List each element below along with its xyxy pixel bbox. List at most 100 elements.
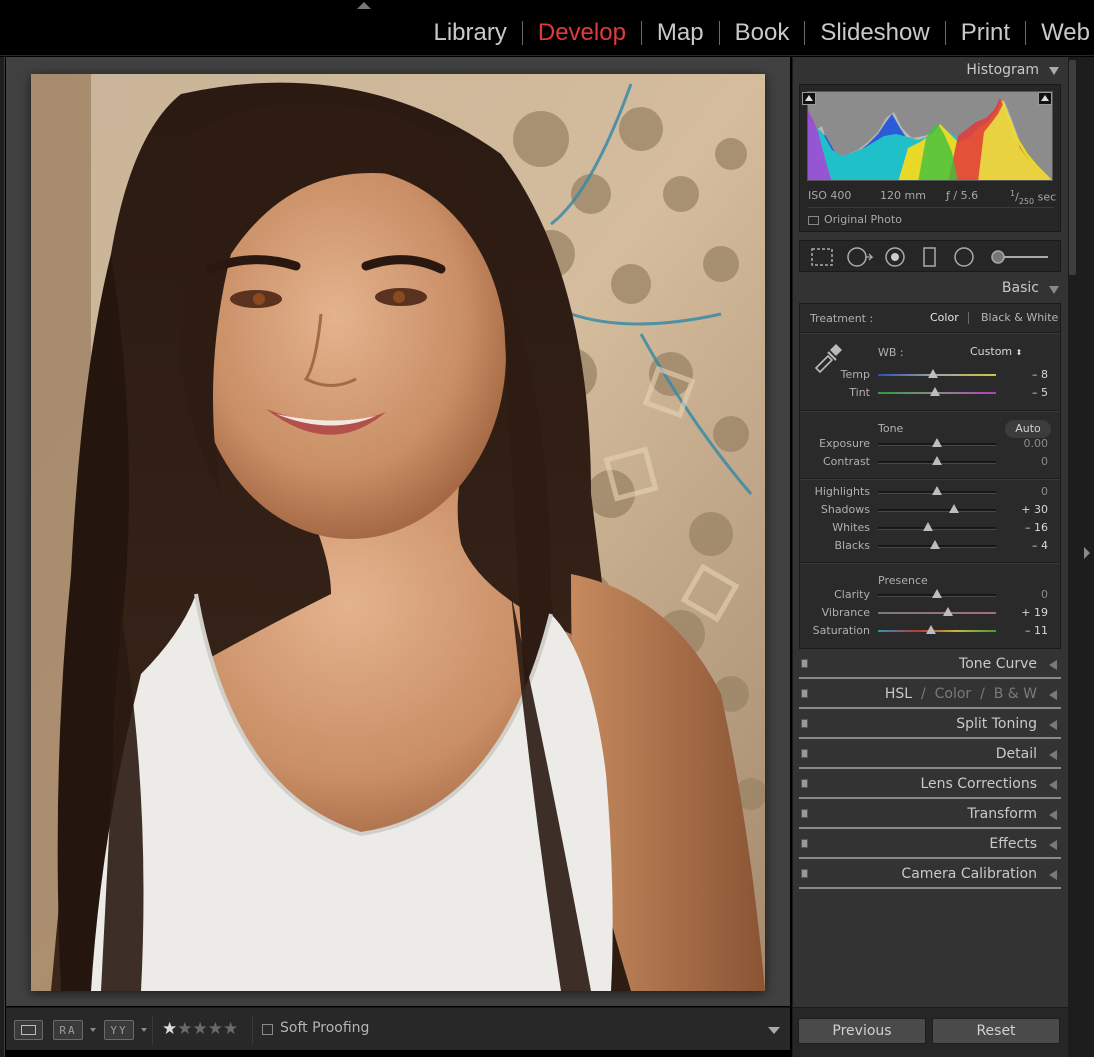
star-rating[interactable]: ★★★★★	[162, 1019, 238, 1039]
treatment-bw-option[interactable]: Black & White	[981, 311, 1058, 324]
highlight-clipping-icon[interactable]	[1038, 92, 1052, 105]
exposure-slider-thumb[interactable]	[932, 438, 942, 447]
effects-toggle[interactable]	[801, 839, 808, 848]
contrast-slider-thumb[interactable]	[932, 456, 942, 465]
radial-filter-icon[interactable]	[954, 247, 974, 267]
effects-panel[interactable]: Effects	[799, 833, 1061, 859]
saturation-slider-thumb[interactable]	[926, 625, 937, 634]
shadow-clipping-icon[interactable]	[802, 92, 816, 105]
toolbar-content-menu-icon[interactable]	[768, 1027, 780, 1034]
saturation-value[interactable]: – 11	[1008, 624, 1048, 637]
soft-proofing-checkbox[interactable]	[262, 1024, 273, 1035]
detail-toggle[interactable]	[801, 749, 808, 758]
hsl-title: HSL / Color / B & W	[884, 686, 1037, 702]
camera-calibration-panel[interactable]: Camera Calibration	[799, 863, 1061, 889]
highlights-slider-thumb[interactable]	[932, 486, 942, 495]
crop-tool-icon[interactable]	[811, 248, 833, 266]
transform-toggle[interactable]	[801, 809, 808, 818]
exposure-label: Exposure	[819, 437, 870, 450]
before-after-button[interactable]: RA	[53, 1020, 83, 1040]
rating-star[interactable]: ★	[177, 1019, 192, 1039]
clarity-value[interactable]: 0	[1008, 588, 1048, 601]
shadows-slider[interactable]	[878, 509, 996, 512]
reset-button[interactable]: Reset	[932, 1018, 1060, 1044]
detail-panel[interactable]: Detail	[799, 743, 1061, 769]
expand-hsl-icon[interactable]	[1049, 690, 1057, 700]
before-after-copy-button[interactable]: YY	[104, 1020, 134, 1040]
rating-star[interactable]: ★	[162, 1019, 177, 1039]
expand-detail-icon[interactable]	[1049, 750, 1057, 760]
red-eye-icon[interactable]	[885, 247, 905, 267]
expand-camera-calibration-icon[interactable]	[1049, 870, 1057, 880]
histogram-panel: ISO 400 120 mm ƒ / 5.6 1/250 sec Origina…	[799, 84, 1061, 232]
whites-value[interactable]: – 16	[1008, 521, 1048, 534]
whites-slider-thumb[interactable]	[922, 522, 933, 531]
split-toning-panel[interactable]: Split Toning	[799, 713, 1061, 739]
before-after-dropdown-icon[interactable]	[90, 1028, 96, 1032]
adjustment-brush-icon[interactable]	[991, 250, 1048, 264]
module-book[interactable]: Book	[720, 18, 805, 48]
temp-value[interactable]: – 8	[1008, 368, 1048, 381]
collapse-basic-icon[interactable]	[1049, 286, 1059, 294]
original-photo-checkbox[interactable]	[808, 216, 819, 225]
vibrance-slider[interactable]	[878, 612, 996, 614]
camera-calibration-toggle[interactable]	[801, 869, 808, 878]
rating-star[interactable]: ★	[223, 1019, 238, 1039]
tint-slider-thumb[interactable]	[929, 387, 940, 396]
expand-tone-curve-icon[interactable]	[1049, 660, 1057, 670]
histogram-header[interactable]: Histogram	[793, 62, 1069, 78]
expand-lens-corrections-icon[interactable]	[1049, 780, 1057, 790]
tone-curve-toggle[interactable]	[801, 659, 808, 668]
rating-star[interactable]: ★	[208, 1019, 223, 1039]
left-panel-edge[interactable]	[0, 57, 5, 1057]
rating-star[interactable]: ★	[193, 1019, 208, 1039]
wb-label: WB :	[878, 346, 904, 359]
module-library[interactable]: Library	[419, 18, 522, 48]
module-develop[interactable]: Develop	[523, 18, 641, 48]
module-slideshow[interactable]: Slideshow	[805, 18, 944, 48]
module-web[interactable]: Web	[1026, 18, 1094, 48]
contrast-value[interactable]: 0	[1008, 455, 1048, 468]
vibrance-slider-thumb[interactable]	[942, 607, 953, 616]
temp-slider-thumb[interactable]	[928, 369, 939, 378]
histogram-graph[interactable]	[807, 91, 1053, 181]
loupe-view-button[interactable]	[14, 1020, 43, 1040]
expand-split-toning-icon[interactable]	[1049, 720, 1057, 730]
shadows-slider-thumb[interactable]	[948, 504, 959, 513]
vibrance-value[interactable]: + 19	[1008, 606, 1048, 619]
tint-value[interactable]: – 5	[1008, 386, 1048, 399]
transform-panel[interactable]: Transform	[799, 803, 1061, 829]
original-photo-label: Original Photo	[824, 213, 902, 226]
exposure-value[interactable]: 0.00	[1008, 437, 1049, 450]
hsl-toggle[interactable]	[801, 689, 808, 698]
treatment-color-option[interactable]: Color	[930, 311, 959, 324]
clarity-slider-thumb[interactable]	[932, 589, 942, 598]
auto-tone-button[interactable]: Auto	[1005, 420, 1051, 438]
wb-preset-select[interactable]: Custom ⬍	[970, 345, 1022, 358]
collapse-right-panel-icon[interactable]	[1084, 547, 1090, 559]
scrollbar-thumb[interactable]	[1069, 60, 1076, 275]
basic-header[interactable]: Basic	[793, 280, 1069, 296]
copy-settings-dropdown-icon[interactable]	[141, 1028, 147, 1032]
photo-preview[interactable]	[31, 74, 765, 991]
collapse-top-panel-icon[interactable]	[357, 2, 371, 9]
expand-effects-icon[interactable]	[1049, 840, 1057, 850]
shadows-value[interactable]: + 30	[1008, 503, 1048, 516]
previous-button[interactable]: Previous	[798, 1018, 926, 1044]
blacks-value[interactable]: – 4	[1008, 539, 1048, 552]
spot-removal-icon[interactable]	[847, 247, 874, 267]
saturation-slider[interactable]	[878, 630, 996, 632]
hsl-panel[interactable]: HSL / Color / B & W	[799, 683, 1061, 709]
tone-curve-panel[interactable]: Tone Curve	[799, 653, 1061, 679]
highlights-value[interactable]: 0	[1008, 485, 1048, 498]
graduated-filter-icon[interactable]	[923, 247, 936, 267]
collapse-histogram-icon[interactable]	[1049, 67, 1059, 75]
lens-corrections-toggle[interactable]	[801, 779, 808, 788]
module-print[interactable]: Print	[946, 18, 1025, 48]
whites-slider[interactable]	[878, 527, 996, 530]
expand-transform-icon[interactable]	[1049, 810, 1057, 820]
blacks-slider-thumb[interactable]	[929, 540, 940, 549]
split-toning-toggle[interactable]	[801, 719, 808, 728]
lens-corrections-panel[interactable]: Lens Corrections	[799, 773, 1061, 799]
module-map[interactable]: Map	[642, 18, 719, 48]
